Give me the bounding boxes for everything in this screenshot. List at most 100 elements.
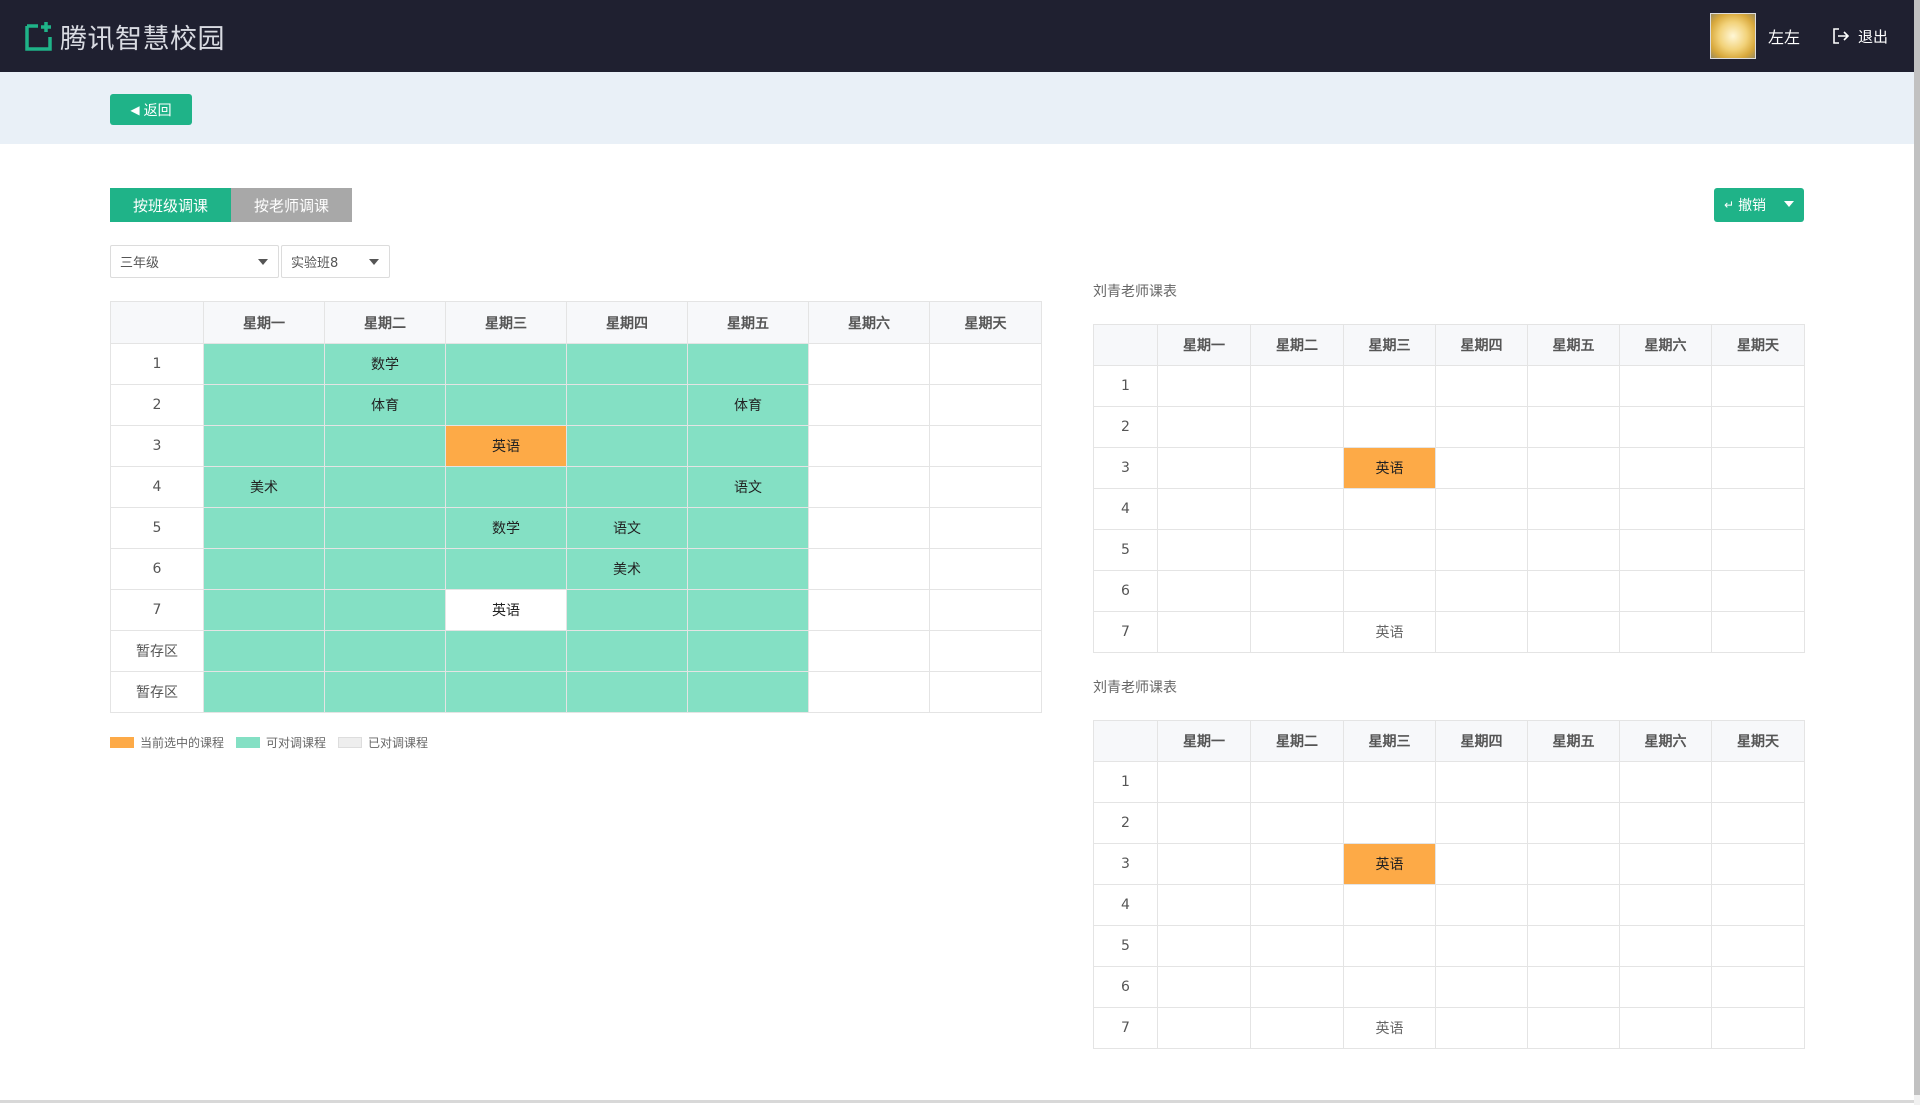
legend-label: 当前选中的课程 — [140, 736, 225, 750]
schedule-cell[interactable]: 美术 — [566, 548, 688, 590]
selected-course-cell[interactable]: 英语 — [1343, 447, 1436, 489]
schedule-cell[interactable] — [203, 343, 325, 385]
scrollbar-thumb[interactable] — [1914, 0, 1920, 1095]
period-label: 暂存区 — [110, 630, 204, 672]
schedule-cell[interactable]: 英语 — [445, 589, 567, 631]
schedule-cell[interactable] — [566, 466, 688, 508]
legend-swatch — [236, 737, 261, 748]
table-row: 1 — [1093, 365, 1805, 407]
schedule-cell[interactable] — [687, 589, 809, 631]
tencent-campus-logo-icon — [25, 22, 52, 51]
schedule-cell[interactable] — [203, 630, 325, 672]
avatar[interactable] — [1709, 13, 1756, 59]
schedule-cell — [1619, 761, 1712, 803]
chevron-down-icon[interactable] — [1784, 201, 1794, 207]
schedule-cell[interactable]: 语文 — [687, 466, 809, 508]
username[interactable]: 左左 — [1768, 24, 1800, 48]
schedule-cell[interactable] — [445, 671, 567, 713]
tab-by-teacher[interactable]: 按老师调课 — [231, 188, 352, 222]
schedule-cell[interactable]: 数学 — [324, 343, 446, 385]
schedule-cell[interactable]: 英语 — [1343, 611, 1436, 653]
schedule-cell — [808, 589, 930, 631]
schedule-cell[interactable]: 数学 — [445, 507, 567, 549]
schedule-cell — [1250, 570, 1344, 612]
schedule-cell[interactable] — [324, 589, 446, 631]
selected-course-cell[interactable]: 英语 — [1343, 843, 1436, 885]
schedule-cell[interactable] — [687, 343, 809, 385]
schedule-cell[interactable] — [445, 384, 567, 426]
period-label: 5 — [1093, 925, 1158, 967]
schedule-cell[interactable] — [687, 548, 809, 590]
schedule-cell[interactable]: 英语 — [1343, 1007, 1436, 1049]
legend: 当前选中的课程 可对调课程 已对调课程 — [110, 734, 440, 751]
schedule-cell[interactable] — [203, 671, 325, 713]
schedule-cell[interactable] — [687, 425, 809, 467]
day-header: 星期五 — [1527, 324, 1620, 366]
schedule-cell[interactable] — [203, 384, 325, 426]
schedule-cell[interactable] — [687, 507, 809, 549]
schedule-cell[interactable] — [324, 548, 446, 590]
logout-label: 退出 — [1857, 27, 1888, 46]
table-row: 7 英语 — [1093, 1007, 1805, 1049]
schedule-cell[interactable] — [445, 548, 567, 590]
schedule-cell[interactable] — [687, 671, 809, 713]
schedule-cell — [1157, 365, 1251, 407]
schedule-cell[interactable] — [445, 343, 567, 385]
schedule-cell[interactable] — [566, 425, 688, 467]
schedule-cell[interactable] — [445, 466, 567, 508]
schedule-cell[interactable] — [324, 425, 446, 467]
schedule-cell — [1250, 925, 1344, 967]
grade-select[interactable]: 三年级 — [110, 245, 279, 278]
table-row: 2 — [1093, 802, 1805, 844]
schedule-cell — [1435, 447, 1528, 489]
schedule-cell — [1711, 925, 1805, 967]
schedule-cell[interactable] — [324, 507, 446, 549]
schedule-cell[interactable] — [687, 630, 809, 672]
schedule-cell — [808, 425, 930, 467]
schedule-cell[interactable]: 美术 — [203, 466, 325, 508]
schedule-cell — [1343, 488, 1436, 530]
schedule-cell[interactable] — [324, 671, 446, 713]
schedule-cell[interactable] — [203, 507, 325, 549]
period-label: 6 — [1093, 966, 1158, 1008]
schedule-cell — [1435, 529, 1528, 571]
schedule-cell[interactable] — [445, 630, 567, 672]
schedule-cell — [1250, 406, 1344, 448]
schedule-cell[interactable] — [566, 671, 688, 713]
schedule-cell[interactable] — [566, 630, 688, 672]
schedule-cell — [1711, 884, 1805, 926]
schedule-cell — [1250, 488, 1344, 530]
tab-by-class[interactable]: 按班级调课 — [110, 188, 231, 222]
period-label: 7 — [1093, 1007, 1158, 1049]
schedule-cell[interactable]: 体育 — [687, 384, 809, 426]
logout-button[interactable]: 退出 — [1832, 26, 1888, 47]
schedule-cell — [1343, 406, 1436, 448]
app-logo[interactable]: 腾讯智慧校园 — [24, 14, 225, 58]
table-row: 6 美术 — [110, 548, 1042, 590]
table-row: 5 数学 语文 — [110, 507, 1042, 549]
schedule-cell — [1343, 966, 1436, 1008]
table-header-row: 星期一 星期二 星期三 星期四 星期五 星期六 星期天 — [1093, 324, 1805, 366]
schedule-cell[interactable] — [566, 384, 688, 426]
schedule-cell[interactable] — [324, 630, 446, 672]
schedule-cell[interactable] — [203, 589, 325, 631]
selected-course-cell[interactable]: 英语 — [445, 425, 567, 467]
schedule-cell — [1619, 802, 1712, 844]
schedule-cell — [1435, 1007, 1528, 1049]
schedule-cell[interactable] — [566, 343, 688, 385]
schedule-cell[interactable] — [566, 589, 688, 631]
class-select[interactable]: 实验班8 — [281, 245, 390, 278]
schedule-cell[interactable] — [324, 466, 446, 508]
back-button[interactable]: ◀ 返回 — [110, 94, 192, 125]
schedule-cell — [1435, 570, 1528, 612]
undo-button[interactable]: ↵ 撤销 — [1714, 188, 1804, 222]
table-row: 4 — [1093, 884, 1805, 926]
day-header: 星期四 — [1435, 720, 1528, 762]
schedule-cell[interactable]: 语文 — [566, 507, 688, 549]
logout-icon — [1833, 28, 1850, 44]
schedule-cell[interactable] — [203, 548, 325, 590]
schedule-cell[interactable]: 体育 — [324, 384, 446, 426]
schedule-cell — [1250, 365, 1344, 407]
table-row: 2 — [1093, 406, 1805, 448]
schedule-cell[interactable] — [203, 425, 325, 467]
